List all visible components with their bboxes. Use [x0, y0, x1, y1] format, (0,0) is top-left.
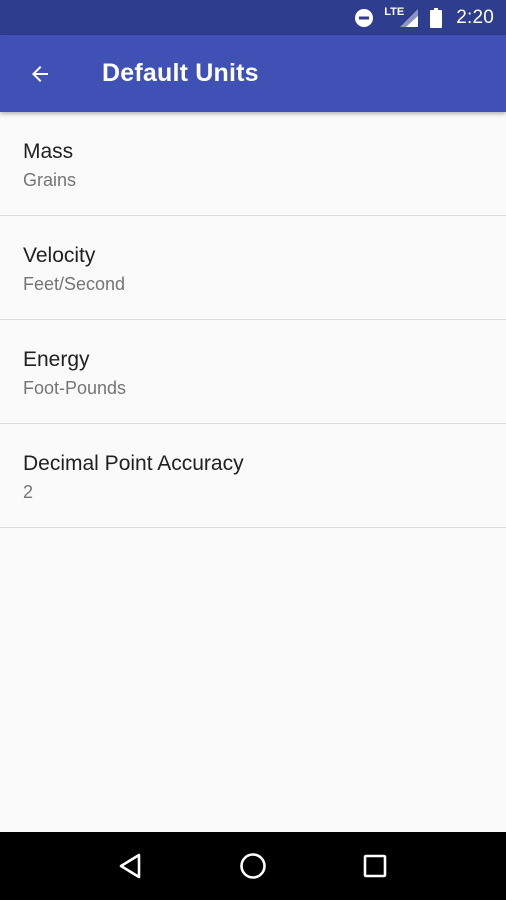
home-circle-icon — [240, 853, 266, 879]
pref-summary: 2 — [23, 482, 34, 502]
clock: 2:20 — [456, 6, 494, 28]
app-bar: Default Units — [0, 35, 506, 112]
pref-velocity[interactable]: Velocity Feet/Second — [0, 216, 506, 320]
pref-title: Velocity — [23, 244, 96, 267]
lte-signal-icon: LTE — [384, 5, 420, 28]
pref-decimal-accuracy[interactable]: Decimal Point Accuracy 2 — [0, 424, 506, 528]
recents-square-icon — [363, 854, 387, 878]
nav-home-button[interactable] — [229, 842, 277, 890]
back-button[interactable] — [20, 54, 60, 94]
pref-summary: Grains — [23, 170, 77, 190]
pref-mass[interactable]: Mass Grains — [0, 112, 506, 216]
pref-summary: Feet/Second — [23, 274, 126, 294]
battery-icon — [430, 7, 443, 28]
pref-title: Energy — [23, 348, 90, 371]
pref-summary: Foot-Pounds — [23, 378, 127, 398]
navigation-bar — [0, 832, 506, 900]
nav-recents-button[interactable] — [351, 842, 399, 890]
back-triangle-icon — [119, 853, 141, 879]
pref-energy[interactable]: Energy Foot-Pounds — [0, 320, 506, 424]
nav-back-button[interactable] — [107, 842, 155, 890]
pref-title: Mass — [23, 140, 74, 163]
page-title: Default Units — [102, 59, 259, 87]
status-bar: LTE 2:20 — [0, 0, 506, 35]
pref-title: Decimal Point Accuracy — [23, 452, 244, 475]
network-label: LTE — [384, 5, 405, 18]
preferences-list: Mass Grains Velocity Feet/Second Energy … — [0, 112, 506, 528]
arrow-back-icon — [32, 65, 48, 82]
do-not-disturb-icon — [354, 8, 374, 28]
